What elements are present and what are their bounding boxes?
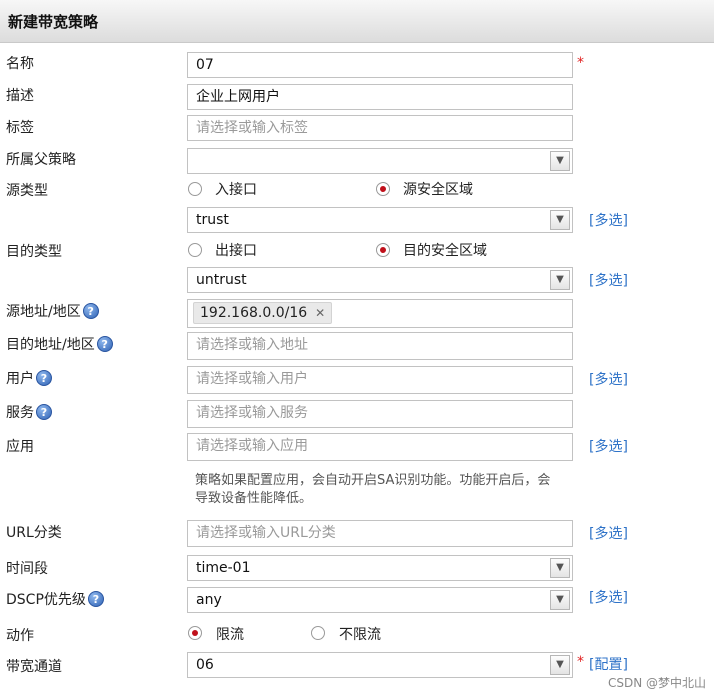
source-address-label-text: 源地址/地区 [6,304,81,320]
name-required-mark: * [577,55,584,71]
dest-zone-multiselect-link[interactable]: [多选] [589,270,628,290]
user-label-text: 用户 [6,371,34,387]
help-icon[interactable]: ? [82,303,99,319]
radio-inbound-interface[interactable] [188,182,202,196]
tags-label: 标签 [6,120,34,136]
bandwidth-channel-select[interactable]: 06 ▼ [187,652,573,678]
chevron-down-icon[interactable]: ▼ [550,655,570,675]
chevron-down-icon[interactable]: ▼ [550,151,570,171]
tags-input[interactable]: 请选择或输入标签 [187,115,573,141]
dialog-title: 新建带宽策略 [8,13,99,31]
parent-policy-select[interactable]: ▼ [187,148,573,174]
user-input[interactable]: 请选择或输入用户 [187,366,573,394]
radio-rate-limit[interactable] [188,626,202,640]
service-label-text: 服务 [6,405,34,421]
parent-policy-label: 所属父策略 [6,152,76,168]
help-icon[interactable]: ? [96,336,113,352]
action-label: 动作 [6,628,34,644]
dialog-header: 新建带宽策略 [0,0,714,43]
dscp-multiselect-link[interactable]: [多选] [589,587,628,607]
url-category-multiselect-link[interactable]: [多选] [589,523,628,543]
radio-source-zone-label: 源安全区域 [403,182,473,198]
radio-no-limit[interactable] [311,626,325,640]
application-input[interactable]: 请选择或输入应用 [187,433,573,461]
application-multiselect-link[interactable]: [多选] [589,436,628,456]
chevron-down-icon[interactable]: ▼ [550,210,570,230]
source-address-label: 源地址/地区 ? [6,301,99,321]
radio-dest-zone[interactable] [376,243,390,257]
dscp-value: any [196,592,222,608]
dscp-select[interactable]: any ▼ [187,587,573,613]
radio-source-zone[interactable] [376,182,390,196]
dest-address-label: 目的地址/地区 ? [6,334,113,354]
service-input[interactable]: 请选择或输入服务 [187,400,573,428]
radio-rate-limit-label: 限流 [216,627,244,643]
dest-address-input[interactable]: 请选择或输入地址 [187,332,573,360]
user-multiselect-link[interactable]: [多选] [589,369,628,389]
time-range-label: 时间段 [6,561,48,577]
radio-dest-zone-label: 目的安全区域 [403,243,487,259]
name-field[interactable]: 07 [187,52,573,78]
help-icon[interactable]: ? [87,591,104,607]
source-zone-select[interactable]: trust ▼ [187,207,573,233]
help-icon[interactable]: ? [36,370,52,386]
dest-address-label-text: 目的地址/地区 [6,337,95,353]
name-label: 名称 [6,56,34,72]
radio-outbound-interface-label: 出接口 [215,243,257,259]
address-tag-value: 192.168.0.0/16 [200,305,308,321]
bandwidth-channel-label: 带宽通道 [6,659,62,675]
description-label: 描述 [6,88,34,104]
bandwidth-channel-config-link[interactable]: [配置] [589,654,628,674]
bandwidth-channel-value: 06 [196,657,214,673]
close-icon[interactable]: ✕ [315,306,325,320]
time-range-select[interactable]: time-01 ▼ [187,555,573,581]
time-range-value: time-01 [196,560,251,576]
dest-type-label: 目的类型 [6,244,62,260]
radio-no-limit-label: 不限流 [339,627,381,643]
chevron-down-icon[interactable]: ▼ [550,590,570,610]
help-icon[interactable]: ? [36,404,52,420]
service-label: 服务 ? [6,402,52,422]
bandwidth-channel-required-mark: * [577,654,584,670]
source-zone-value: trust [196,212,229,228]
dscp-label: DSCP优先级 ? [6,589,104,609]
radio-inbound-interface-label: 入接口 [215,182,257,198]
application-label: 应用 [6,439,34,455]
description-field[interactable]: 企业上网用户 [187,84,573,110]
chevron-down-icon[interactable]: ▼ [550,270,570,290]
address-tag: 192.168.0.0/16 ✕ [193,302,333,324]
url-category-input[interactable]: 请选择或输入URL分类 [187,520,573,547]
url-category-label: URL分类 [6,525,62,541]
source-zone-multiselect-link[interactable]: [多选] [589,210,628,230]
dest-zone-select[interactable]: untrust ▼ [187,267,573,293]
watermark: CSDN @梦中北山 [607,676,706,690]
radio-outbound-interface[interactable] [188,243,202,257]
application-note: 策略如果配置应用，会自动开启SA识别功能。功能开启后，会导致设备性能降低。 [195,473,551,506]
user-label: 用户 ? [6,368,52,388]
source-type-label: 源类型 [6,183,48,199]
chevron-down-icon[interactable]: ▼ [550,558,570,578]
dest-zone-value: untrust [196,272,247,288]
dscp-label-text: DSCP优先级 [6,592,86,608]
